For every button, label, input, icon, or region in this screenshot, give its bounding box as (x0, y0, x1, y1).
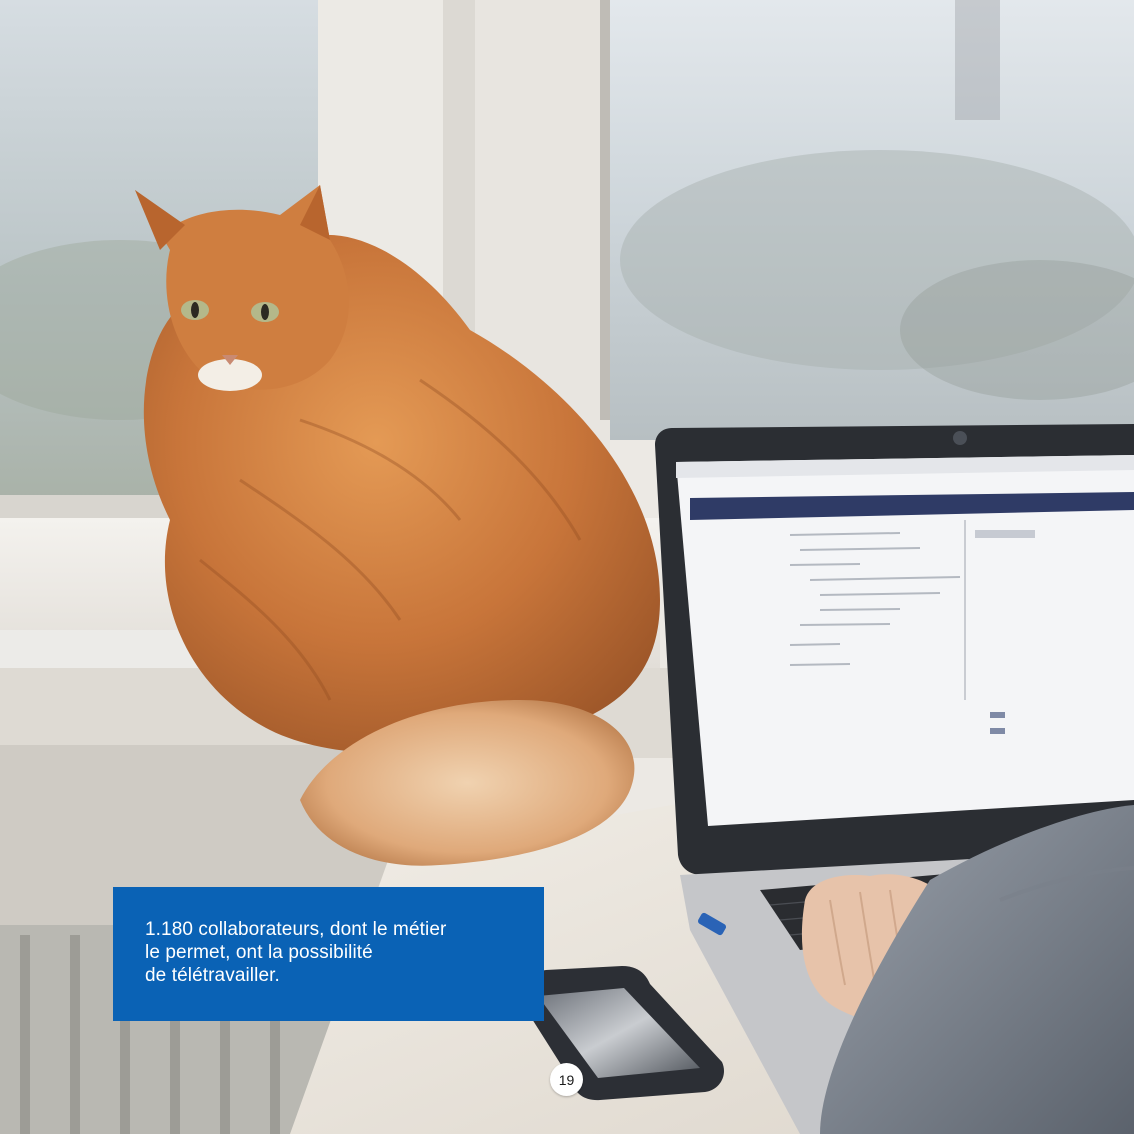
page: 1.180 collaborateurs, dont le métier le … (0, 0, 1134, 1134)
caption-text: 1.180 collaborateurs, dont le métier le … (145, 919, 447, 986)
caption-box: 1.180 collaborateurs, dont le métier le … (113, 887, 544, 1021)
page-number-badge: 19 (550, 1063, 583, 1096)
